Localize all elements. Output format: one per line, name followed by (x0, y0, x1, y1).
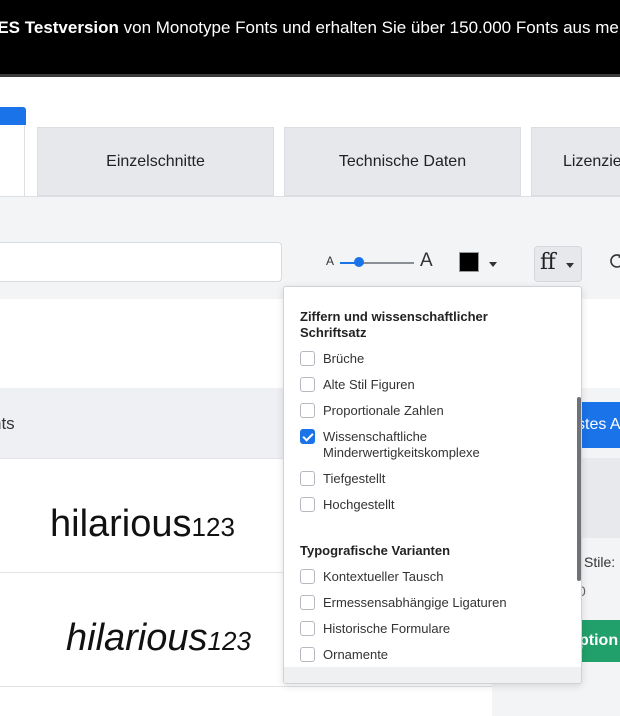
row-divider (0, 686, 492, 687)
checkbox[interactable] (300, 471, 315, 486)
checkbox[interactable] (300, 621, 315, 636)
banner-text: von Monotype Fonts und erhalten Sie über… (118, 18, 620, 37)
dropdown-scrollbar[interactable] (577, 397, 581, 581)
trial-banner: SES Testversion von Monotype Fonts und e… (0, 0, 620, 74)
tab-lizenzen[interactable]: Lizenzie (531, 127, 620, 196)
section-title-variants: Typografische Varianten (300, 543, 451, 558)
checkbox[interactable] (300, 377, 315, 392)
font-features-label: ff (540, 250, 556, 275)
content-band (0, 197, 620, 225)
section-title-numerals: Ziffern und wissenschaftlicher Schriftsa… (300, 309, 488, 340)
option-label: Wissenschaftliche Minderwertigkeitskompl… (323, 429, 480, 460)
checkbox[interactable] (300, 595, 315, 610)
preview-text-input[interactable] (0, 242, 282, 282)
option-historische-formulare[interactable]: Historische Formulare (300, 621, 450, 637)
options-button[interactable]: ption (576, 620, 620, 662)
option-label: Proportionale Zahlen (323, 403, 444, 418)
active-tab[interactable] (0, 125, 25, 197)
option-label: Brüche (323, 351, 365, 366)
tab-label: Einzelschnitte (106, 152, 205, 170)
tab-label: Lizenzie (563, 152, 620, 170)
reset-icon[interactable] (608, 252, 620, 270)
option-ermessensabhaengige-ligaturen[interactable]: Ermessensabhängige Ligaturen (300, 595, 507, 611)
font-size-slider[interactable] (340, 262, 414, 264)
option-label: Tiefgestellt (323, 471, 386, 486)
option-label: Hochgestellt (323, 497, 395, 512)
option-label: Ermessensabhängige Ligaturen (323, 595, 507, 610)
option-label: Ornamente (323, 647, 389, 662)
text-color-swatch[interactable] (459, 252, 479, 272)
option-kontextueller-tausch[interactable]: Kontextueller Tausch (300, 569, 443, 585)
checkbox[interactable] (300, 569, 315, 584)
active-tab-indicator (0, 107, 26, 125)
option-hochgestellt[interactable]: Hochgestellt (300, 497, 395, 513)
option-proportionale-zahlen[interactable]: Proportionale Zahlen (300, 403, 444, 419)
font-sample-text: hilarious123 (66, 617, 251, 659)
checkbox[interactable] (300, 403, 315, 418)
option-alte-stil-figuren[interactable]: Alte Stil Figuren (300, 377, 415, 393)
font-sample-text: hilarious123 (50, 503, 235, 545)
slider-handle[interactable] (353, 257, 364, 267)
size-small-label: A (326, 254, 335, 268)
styles-label: Stile: (584, 554, 616, 570)
font-features-dropdown[interactable]: Ziffern und wissenschaftlicher Schriftsa… (283, 286, 582, 684)
tab-einzelschnitte[interactable]: Einzelschnitte (37, 127, 274, 196)
tab-technische-daten[interactable]: Technische Daten (284, 127, 521, 196)
option-wissenschaftliche[interactable]: Wissenschaftliche Minderwertigkeitskompl… (300, 429, 523, 461)
color-chevron-down-icon[interactable] (489, 262, 497, 267)
dropdown-footer (284, 667, 581, 683)
checkbox[interactable] (300, 647, 315, 662)
checkbox[interactable] (300, 351, 315, 366)
checkbox-checked[interactable] (300, 429, 315, 444)
option-label: Alte Stil Figuren (323, 377, 415, 392)
checkbox[interactable] (300, 497, 315, 512)
chevron-down-icon (566, 263, 574, 268)
test-button-label: stes A (577, 416, 620, 433)
option-label: Kontextueller Tausch (323, 569, 444, 584)
size-large-label: A (420, 250, 433, 271)
tab-label: Technische Daten (338, 152, 467, 170)
option-tiefgestellt[interactable]: Tiefgestellt (300, 471, 385, 487)
font-list-header-label: nts (0, 414, 15, 433)
option-ornamente[interactable]: Ornamente (300, 647, 388, 663)
options-button-label: ption (579, 632, 619, 649)
font-features-button[interactable]: ff (534, 246, 582, 282)
option-label: Historische Formulare (323, 621, 451, 636)
option-brueche[interactable]: Brüche (300, 351, 364, 367)
banner-bold-text: SES Testversion (0, 18, 119, 37)
